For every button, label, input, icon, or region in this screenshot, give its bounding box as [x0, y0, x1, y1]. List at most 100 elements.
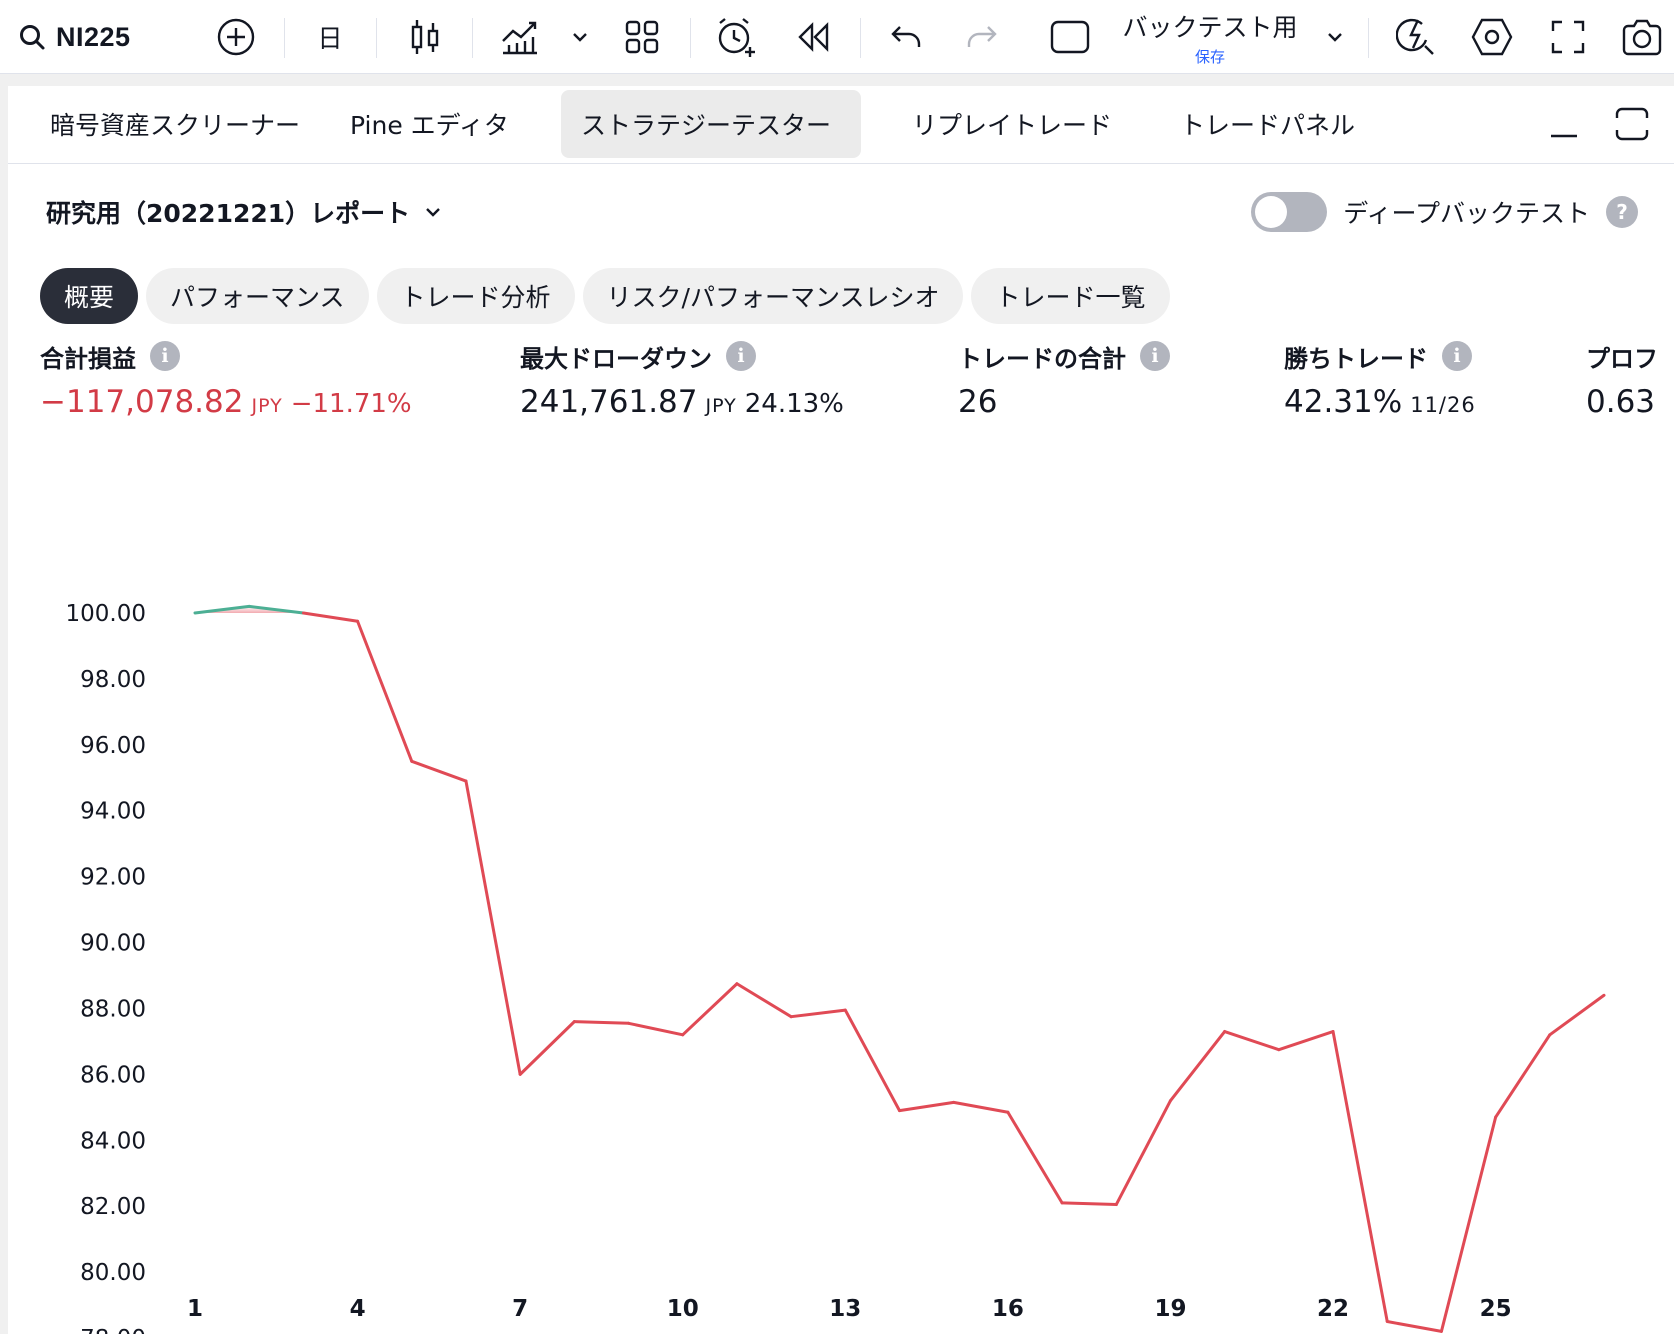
y-tick-label: 90.00: [80, 931, 146, 957]
candlestick-icon: [411, 20, 439, 54]
search-icon: [20, 25, 45, 50]
y-tick-label: 82.00: [80, 1194, 146, 1220]
y-tick-label: 86.00: [80, 1062, 146, 1088]
symbol-label: NI225: [56, 21, 131, 52]
toolbar-divider: [690, 18, 691, 58]
toolbar-divider: [376, 18, 377, 58]
replay-button[interactable]: [784, 0, 844, 74]
help-icon[interactable]: ?: [1606, 196, 1638, 228]
toolbar-divider: [284, 18, 285, 58]
equity-line-segment: [898, 1100, 956, 1113]
layout-name-button[interactable]: バックテスト用 保存: [1110, 0, 1310, 74]
indicators-icon: [502, 21, 537, 55]
toggle-knob: [1255, 196, 1288, 228]
metric-value: 42.31%: [1284, 384, 1403, 420]
metric-percent: 24.13%: [744, 389, 844, 419]
chart-type-button[interactable]: [395, 0, 455, 74]
x-tick-label: 1: [187, 1296, 203, 1322]
equity-line-segment: [627, 1021, 685, 1037]
subtab-trade-list[interactable]: トレード一覧: [971, 268, 1170, 324]
compare-symbol-button[interactable]: [206, 0, 266, 74]
equity-chart: 100.00 98.00 96.00 94.00 92.00 90.00 88.00 86.0…: [66, 601, 1606, 1334]
metric-label: プロフ: [1586, 344, 1658, 373]
report-subtabs: 概要 パフォーマンス トレード分析 リスク/パフォーマンスレシオ トレード一覧: [40, 268, 1170, 324]
y-tick-label: 84.00: [80, 1128, 146, 1154]
settings-button[interactable]: [1462, 0, 1522, 74]
metric-value: −117,078.82: [40, 384, 244, 420]
x-tick-label: 25: [1480, 1296, 1512, 1322]
snapshot-button[interactable]: [1612, 0, 1672, 74]
equity-line-segment: [1114, 1099, 1172, 1207]
info-icon[interactable]: i: [1442, 341, 1472, 371]
subtab-trade-analysis[interactable]: トレード分析: [376, 268, 575, 324]
alarm-clock-plus-icon: [718, 18, 755, 57]
strategy-tester-panel: 暗号資産スクリーナー Pine エディタ ストラテジーテスター リプレイトレード…: [8, 86, 1674, 1334]
equity-line-segment: [1494, 1033, 1552, 1119]
equity-line-segment: [1331, 1030, 1389, 1324]
tab-replay-trade[interactable]: リプレイトレード: [892, 90, 1132, 158]
info-icon[interactable]: i: [150, 341, 180, 371]
layout-square-icon: [1050, 20, 1090, 54]
x-tick-label: 10: [667, 1296, 699, 1322]
redo-icon: [967, 26, 997, 47]
undo-button[interactable]: [876, 0, 936, 74]
y-tick-label: 98.00: [80, 667, 146, 693]
x-tick-label: 4: [350, 1296, 366, 1322]
tab-trade-panel[interactable]: トレードパネル: [1160, 90, 1375, 158]
maximize-panel-button[interactable]: [1604, 90, 1660, 158]
subtab-overview[interactable]: 概要: [40, 268, 139, 324]
equity-line-segment: [356, 619, 414, 763]
deep-backtest-toggle[interactable]: [1251, 192, 1328, 232]
x-tick-label: 7: [512, 1296, 528, 1322]
fullscreen-icon: [1551, 20, 1585, 54]
indicators-dropdown-button[interactable]: [566, 0, 594, 74]
chevron-down-icon: [573, 33, 587, 42]
redo-button[interactable]: [952, 0, 1012, 74]
equity-line-segment: [789, 1008, 847, 1019]
layout-select-button[interactable]: [1040, 0, 1100, 74]
toolbar-divider: [1368, 18, 1369, 58]
symbol-search-button[interactable]: NI225: [18, 0, 158, 74]
x-tick-label: 19: [1154, 1296, 1186, 1322]
quick-search-button[interactable]: [1386, 0, 1446, 74]
interval-button[interactable]: 日: [300, 0, 360, 74]
tab-strategy-tester[interactable]: ストラテジーテスター: [561, 90, 861, 158]
report-selector[interactable]: 研究用（20221221）レポート: [46, 190, 442, 234]
layout-save-status: 保存: [1194, 47, 1225, 66]
maximize-icon: [1615, 107, 1649, 141]
deep-backtest-control: ディープバックテスト ?: [1251, 190, 1638, 234]
metric-label: 最大ドローダウン: [520, 344, 712, 373]
indicators-button[interactable]: [490, 0, 550, 74]
minimize-panel-button[interactable]: [1538, 90, 1590, 158]
rewind-icon: [798, 22, 829, 52]
metric-unit: JPY: [251, 395, 283, 417]
info-icon[interactable]: i: [726, 341, 756, 371]
metric-unit: JPY: [705, 395, 737, 417]
fullscreen-button[interactable]: [1538, 0, 1598, 74]
subtab-performance[interactable]: パフォーマンス: [146, 268, 369, 324]
subtab-risk-ratio[interactable]: リスク/パフォーマンスレシオ: [582, 268, 964, 324]
lightning-search-icon: [1396, 18, 1434, 55]
equity-line-segment: [1223, 1030, 1281, 1052]
tab-pine-editor[interactable]: Pine エディタ: [330, 90, 529, 158]
alert-button[interactable]: [706, 0, 766, 74]
info-icon[interactable]: i: [1140, 341, 1170, 371]
equity-line-segment: [464, 779, 522, 1076]
metric-percent: −11.71%: [290, 389, 412, 419]
report-title: 研究用（20221221）レポート: [46, 199, 411, 228]
equity-line-segment: [1060, 1201, 1118, 1207]
equity-line-segment: [735, 982, 793, 1019]
tab-crypto-screener[interactable]: 暗号資産スクリーナー: [30, 90, 320, 158]
equity-line-segment: [952, 1100, 1010, 1114]
camera-icon: [1622, 19, 1662, 56]
drawdown-area: [195, 606, 1604, 613]
metric-profit-factor: プロフ 0.63: [1586, 336, 1658, 421]
metric-label: 合計損益: [40, 344, 136, 373]
equity-line-segment: [681, 982, 739, 1037]
metric-label: トレードの合計: [958, 344, 1126, 373]
equity-line-segment: [1548, 993, 1606, 1037]
layout-dropdown-button[interactable]: [1320, 0, 1350, 74]
y-tick-label: 88.00: [80, 996, 146, 1022]
layout-grid-button[interactable]: [612, 0, 672, 74]
y-tick-label: 80.00: [80, 1260, 146, 1286]
